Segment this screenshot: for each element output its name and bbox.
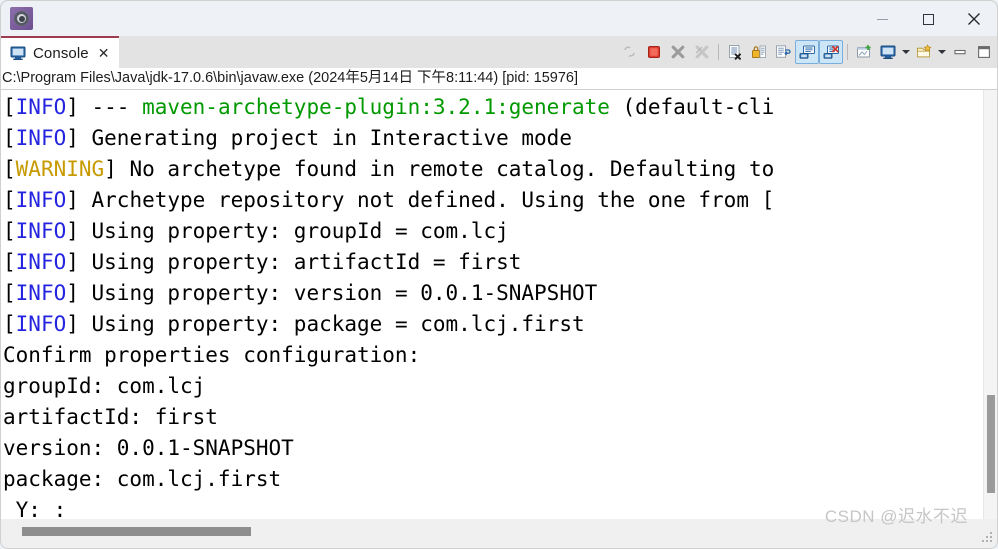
console-segment-info: INFO [15, 95, 67, 119]
console-segment-info: INFO [15, 281, 67, 305]
minimize-icon [876, 18, 888, 20]
close-button[interactable] [951, 1, 997, 37]
vertical-scrollbar-thumb[interactable] [987, 395, 995, 493]
console-line: Confirm properties configuration: [3, 340, 774, 371]
console-line: [INFO] Using property: groupId = com.lcj [3, 216, 774, 247]
console-segment-plain: ] Using property: package = com.lcj.firs… [66, 312, 585, 336]
console-segment-plain: (default-cli [609, 95, 775, 119]
chevron-down-icon [902, 50, 910, 54]
console-segment-plain: [ [3, 126, 16, 150]
console-process-label: C:\Program Files\Java\jdk-17.0.6\bin\jav… [1, 68, 997, 90]
console-segment-plain: Confirm properties configuration: [3, 343, 421, 367]
clear-console-icon[interactable] [723, 40, 747, 64]
minimize-view-icon[interactable] [948, 40, 972, 64]
open-console-icon[interactable] [912, 40, 936, 64]
remove-all-launches-icon[interactable] [690, 40, 714, 64]
eclipse-app-icon [10, 7, 33, 30]
scroll-lock-icon[interactable] [747, 40, 771, 64]
console-horizontal-scrollbar[interactable] [1, 519, 997, 547]
terminate-icon[interactable] [642, 40, 666, 64]
console-segment-plain: ] Using property: artifactId = first [66, 250, 522, 274]
console-line: groupId: com.lcj [3, 371, 774, 402]
console-output-area[interactable]: [INFO] --- maven-archetype-plugin:3.2.1:… [1, 90, 983, 519]
console-segment-info: INFO [15, 219, 67, 243]
remove-all-terminated-launches-icon[interactable] [618, 40, 642, 64]
console-line: [WARNING] No archetype found in remote c… [3, 154, 774, 185]
console-segment-plain: [ [3, 250, 16, 274]
horizontal-scrollbar-thumb[interactable] [22, 527, 251, 536]
console-segment-warning: WARNING [15, 157, 105, 181]
console-segment-plain: ] Archetype repository not defined. Usin… [66, 188, 775, 212]
console-line: artifactId: first [3, 402, 774, 433]
console-segment-green: maven-archetype-plugin:3.2.1:generate [142, 95, 610, 119]
minimize-button[interactable] [859, 1, 905, 37]
chevron-down-icon [938, 50, 946, 54]
console-process-label-text: C:\Program Files\Java\jdk-17.0.6\bin\jav… [2, 70, 578, 86]
console-segment-plain: [ [3, 312, 16, 336]
console-segment-plain: [ [3, 157, 16, 181]
open-console-dropdown[interactable] [936, 40, 948, 64]
console-line: [INFO] Using property: package = com.lcj… [3, 309, 774, 340]
console-line: [INFO] Using property: version = 0.0.1-S… [3, 278, 774, 309]
maximize-view-icon[interactable] [972, 40, 996, 64]
console-segment-info: INFO [15, 188, 67, 212]
console-line: [INFO] Using property: artifactId = firs… [3, 247, 774, 278]
pin-console-icon[interactable] [852, 40, 876, 64]
word-wrap-icon[interactable] [771, 40, 795, 64]
close-icon [968, 13, 980, 25]
console-segment-plain: ] Using property: version = 0.0.1-SNAPSH… [66, 281, 598, 305]
console-line: [INFO] Archetype repository not defined.… [3, 185, 774, 216]
console-segment-plain: ] --- [66, 95, 143, 119]
display-selected-console-dropdown[interactable] [900, 40, 912, 64]
console-segment-info: INFO [15, 126, 67, 150]
gear-icon [14, 11, 29, 26]
separator-1 [718, 44, 719, 60]
maximize-button[interactable] [905, 1, 951, 37]
console-line: Y: : [3, 495, 774, 519]
console-vertical-scrollbar[interactable] [983, 90, 997, 519]
separator-2 [847, 44, 848, 60]
console-segment-plain: [ [3, 95, 16, 119]
console-segment-plain: [ [3, 188, 16, 212]
tab-console-close-icon[interactable]: ✕ [98, 46, 110, 60]
console-segment-plain: ] Generating project in Interactive mode [66, 126, 572, 150]
console-output-text: [INFO] --- maven-archetype-plugin:3.2.1:… [1, 90, 774, 519]
remove-launch-icon[interactable] [666, 40, 690, 64]
tab-console[interactable]: Console ✕ [1, 36, 120, 68]
console-segment-plain: Y: : [3, 498, 67, 519]
eclipse-console-window: Console ✕ C:\Program Files\Java\jdk-17.0… [0, 0, 998, 549]
console-segment-plain: ] No archetype found in remote catalog. … [104, 157, 775, 181]
resize-grip-icon[interactable] [982, 532, 993, 543]
console-line: [INFO] --- maven-archetype-plugin:3.2.1:… [3, 92, 774, 123]
console-segment-plain: version: 0.0.1-SNAPSHOT [3, 436, 294, 460]
console-segment-info: INFO [15, 250, 67, 274]
console-segment-plain: groupId: com.lcj [3, 374, 206, 398]
show-console-on-output-icon[interactable] [795, 40, 819, 64]
console-segment-plain: package: com.lcj.first [3, 467, 282, 491]
console-line: version: 0.0.1-SNAPSHOT [3, 433, 774, 464]
console-monitor-icon [10, 46, 26, 60]
window-controls [859, 1, 997, 37]
display-selected-console-icon[interactable] [876, 40, 900, 64]
console-line: [INFO] Generating project in Interactive… [3, 123, 774, 154]
console-segment-plain: artifactId: first [3, 405, 218, 429]
console-segment-plain: [ [3, 281, 16, 305]
console-segment-plain: ] Using property: groupId = com.lcj [66, 219, 509, 243]
window-titlebar [0, 0, 998, 36]
console-segment-plain: [ [3, 219, 16, 243]
show-console-on-error-icon[interactable] [819, 40, 843, 64]
console-toolbar [618, 39, 996, 65]
console-segment-info: INFO [15, 312, 67, 336]
console-line: package: com.lcj.first [3, 464, 774, 495]
tab-console-label: Console [33, 44, 89, 62]
maximize-icon [922, 13, 934, 25]
